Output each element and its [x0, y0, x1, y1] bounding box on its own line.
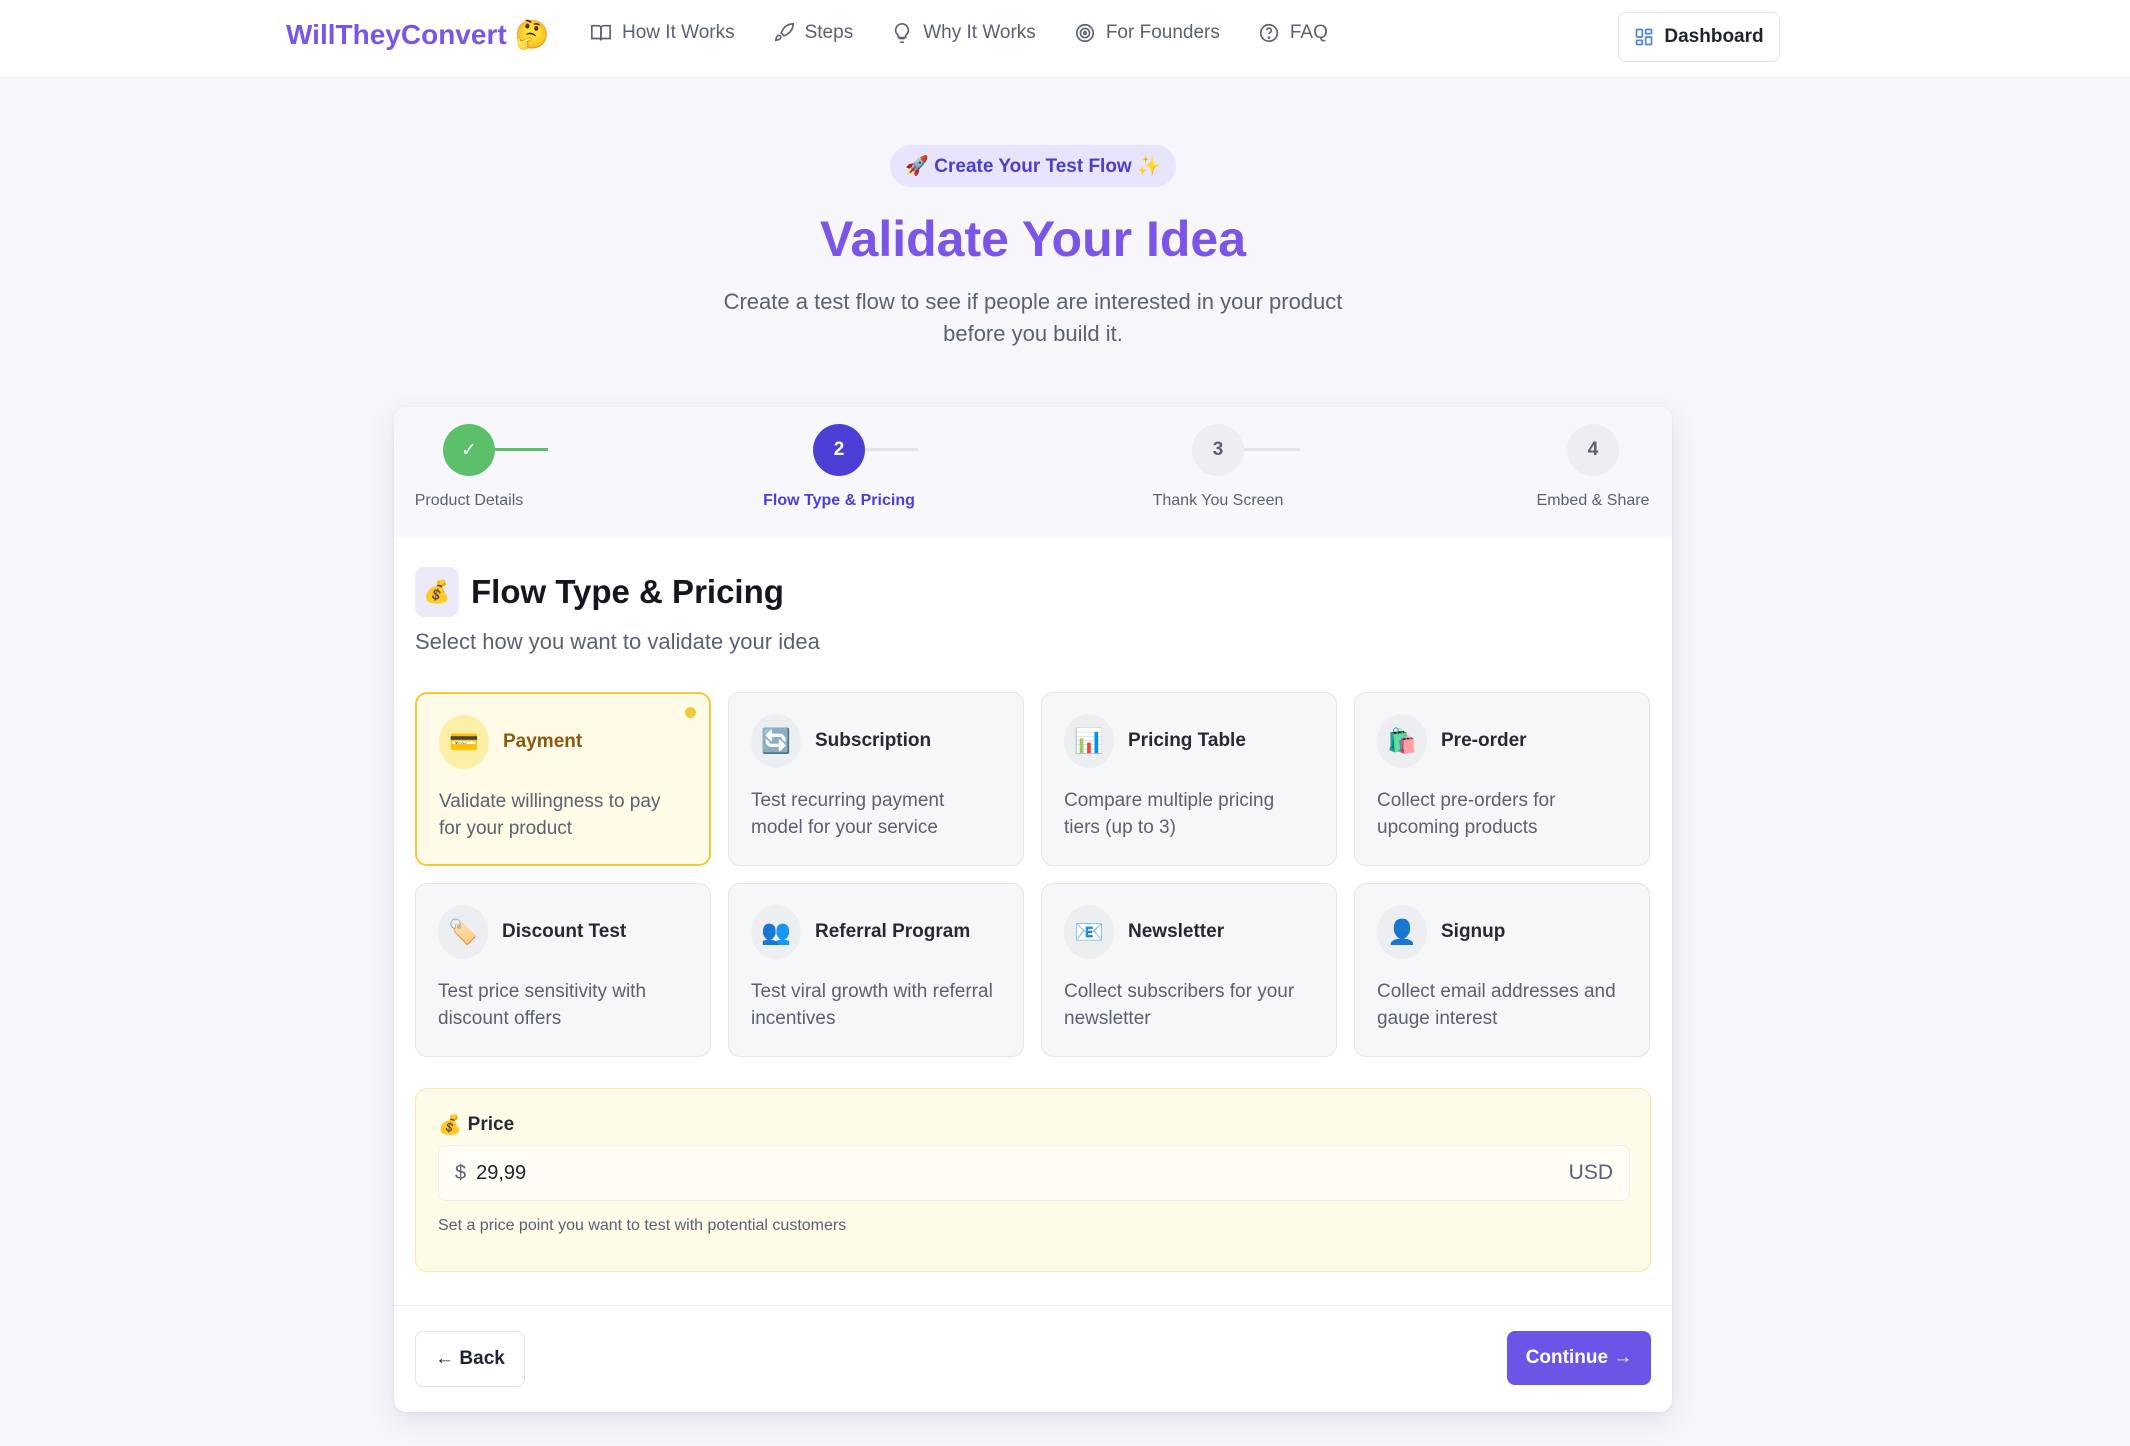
stepper: ✓ Product Details 2 Flow Type & Pricing …	[394, 407, 1672, 537]
price-section: 💰 Price $ 29,99 USD Set a price point yo…	[415, 1088, 1651, 1272]
step-label: Embed & Share	[1536, 492, 1650, 509]
option-name: Discount Test	[502, 921, 627, 942]
users-icon: 👥	[751, 905, 801, 959]
price-input[interactable]: $ 29,99 USD	[438, 1145, 1630, 1201]
nav-link-faq[interactable]: FAQ	[1258, 22, 1328, 44]
card-footer-divider	[394, 1305, 1672, 1306]
step-thank-you-screen[interactable]: 3 Thank You Screen	[1144, 424, 1292, 510]
nav-link-why-it-works[interactable]: Why It Works	[891, 22, 1036, 44]
option-name: Signup	[1441, 921, 1506, 942]
step-label: Product Details	[414, 492, 524, 509]
book-icon	[591, 24, 611, 41]
nav-link-label: For Founders	[1105, 22, 1220, 43]
step-product-details[interactable]: ✓ Product Details	[410, 424, 528, 510]
option-newsletter[interactable]: 📧 Newsletter Collect subscribers for you…	[1041, 883, 1337, 1057]
credit-card-icon: 💳	[439, 715, 489, 769]
nav-link-steps[interactable]: Steps	[773, 22, 854, 44]
section-header: 💰 Flow Type & Pricing	[415, 567, 784, 617]
refresh-icon: 🔄	[751, 714, 801, 768]
option-signup[interactable]: 👤 Signup Collect email addresses and gau…	[1354, 883, 1650, 1057]
help-circle-icon	[1259, 23, 1278, 43]
shopping-bags-icon: 🛍️	[1377, 714, 1427, 768]
option-pre-order[interactable]: 🛍️ Pre-order Collect pre-orders for upco…	[1354, 692, 1650, 866]
option-discount-test[interactable]: 🏷️ Discount Test Test price sensitivity …	[415, 883, 711, 1057]
money-bag-icon: 💰	[415, 567, 459, 617]
currency-symbol: $	[455, 1161, 467, 1184]
option-name: Subscription	[815, 730, 932, 751]
option-description: Test viral growth with referral incentiv…	[751, 981, 993, 1029]
step-embed-share[interactable]: 4 Embed & Share	[1530, 424, 1656, 510]
option-payment[interactable]: 💳 Payment Validate willingness to pay fo…	[415, 692, 711, 866]
money-bag-icon: 💰	[438, 1115, 462, 1136]
option-name: Payment	[503, 731, 583, 752]
back-button[interactable]: ← Back	[415, 1331, 525, 1387]
nav-link-label: FAQ	[1289, 22, 1328, 43]
option-description: Collect email addresses and gauge intere…	[1377, 981, 1616, 1029]
option-name: Pricing Table	[1128, 730, 1246, 751]
thinking-face-icon: 🤔	[514, 19, 550, 50]
step-label: Thank You Screen	[1152, 492, 1284, 509]
nav-link-label: Steps	[804, 22, 854, 43]
lightbulb-icon	[895, 23, 910, 43]
option-description: Test price sensitivity with discount off…	[438, 981, 647, 1029]
currency-unit: USD	[1568, 1161, 1613, 1184]
continue-button[interactable]: Continue →	[1507, 1331, 1651, 1385]
step-check-icon: ✓	[443, 424, 495, 476]
mail-icon: 📧	[1064, 905, 1114, 959]
option-description: Validate willingness to pay for your pro…	[439, 791, 661, 839]
step-number: 2	[813, 424, 865, 476]
create-flow-pill: 🚀 Create Your Test Flow ✨	[890, 145, 1176, 187]
nav-link-how-it-works[interactable]: How It Works	[590, 22, 735, 44]
section-subtitle: Select how you want to validate your ide…	[415, 629, 820, 654]
dashboard-button-label: Dashboard	[1664, 26, 1764, 47]
option-description: Test recurring payment model for your se…	[751, 790, 945, 838]
price-label-text: Price	[467, 1114, 515, 1135]
tag-icon: 🏷️	[438, 905, 488, 959]
wizard-card: ✓ Product Details 2 Flow Type & Pricing …	[394, 407, 1672, 1412]
dashboard-button[interactable]: Dashboard	[1618, 12, 1780, 62]
step-label: Flow Type & Pricing	[763, 492, 915, 509]
price-label: 💰 Price	[438, 1113, 514, 1137]
nav-links: How It Works Steps Why It Works For Foun…	[590, 22, 1328, 44]
option-description: Collect subscribers for your newsletter	[1064, 981, 1295, 1029]
option-name: Pre-order	[1441, 730, 1527, 751]
step-number: 4	[1567, 424, 1619, 476]
page-subtitle: Create a test flow to see if people are …	[723, 289, 1343, 346]
option-description: Compare multiple pricing tiers (up to 3)	[1064, 790, 1275, 838]
nav-link-for-founders[interactable]: For Founders	[1074, 22, 1220, 44]
price-hint: Set a price point you want to test with …	[438, 1217, 847, 1234]
option-description: Collect pre-orders for upcoming products	[1377, 790, 1556, 838]
target-icon	[1075, 23, 1094, 43]
option-subscription[interactable]: 🔄 Subscription Test recurring payment mo…	[728, 692, 1024, 866]
brand-logo[interactable]: WillTheyConvert 🤔	[286, 18, 550, 51]
section-title: Flow Type & Pricing	[471, 573, 784, 610]
brand-name: WillTheyConvert	[286, 18, 507, 50]
flow-type-options: 💳 Payment Validate willingness to pay fo…	[415, 692, 1651, 1057]
option-name: Newsletter	[1128, 921, 1225, 942]
bar-chart-icon: 📊	[1064, 714, 1114, 768]
nav-link-label: How It Works	[622, 22, 735, 43]
option-referral-program[interactable]: 👥 Referral Program Test viral growth wit…	[728, 883, 1024, 1057]
price-value[interactable]: 29,99	[476, 1162, 1569, 1185]
step-flow-type-pricing[interactable]: 2 Flow Type & Pricing	[752, 424, 926, 510]
option-pricing-table[interactable]: 📊 Pricing Table Compare multiple pricing…	[1041, 692, 1337, 866]
nav-link-label: Why It Works	[923, 22, 1036, 43]
option-name: Referral Program	[815, 921, 971, 942]
user-icon: 👤	[1377, 905, 1427, 959]
page-title: Validate Your Idea	[819, 211, 1247, 267]
rocket-icon	[774, 23, 794, 42]
step-number: 3	[1192, 424, 1244, 476]
top-navbar: WillTheyConvert 🤔 How It Works Steps Why…	[0, 0, 2130, 78]
selected-indicator	[685, 707, 696, 718]
dashboard-grid-icon	[1636, 28, 1653, 46]
